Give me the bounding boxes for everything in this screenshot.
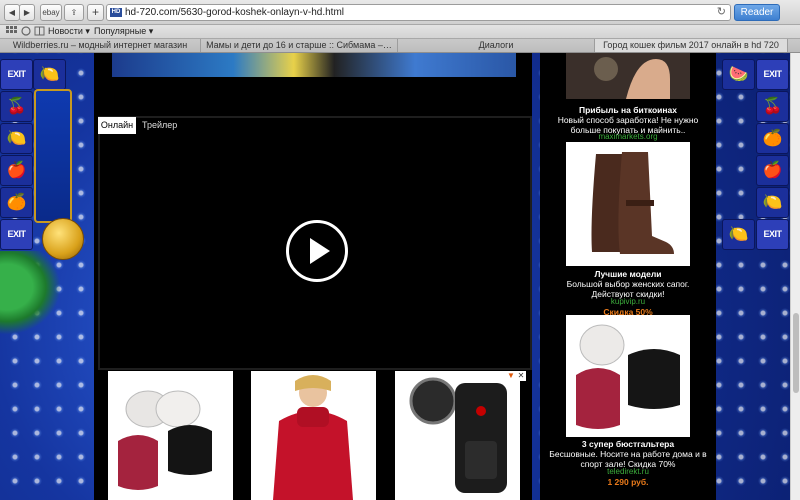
palm-leaf-decoration <box>0 251 68 341</box>
add-bookmark-button[interactable]: + <box>87 4 104 21</box>
ad-domain-boots[interactable]: kupivip.ru <box>540 297 716 306</box>
reload-icon[interactable]: ↻ <box>717 5 726 20</box>
ad-desc-bras: Бесшовные. Носите на работе дома и в спо… <box>549 449 707 469</box>
cherry-icon: 🍒 <box>0 91 33 122</box>
exit-label: EXIT <box>756 219 789 250</box>
forward-button[interactable]: ▶ <box>19 4 35 21</box>
ad-promo-bras: 1 290 руб. <box>607 477 649 487</box>
lemon-icon: 🍋 <box>756 187 789 218</box>
lemon-icon: 🍋 <box>0 123 33 154</box>
share-button[interactable]: ⇪ <box>64 4 84 21</box>
site-favicon-icon: HD <box>110 8 122 17</box>
tab-trailer[interactable]: Трейлер <box>142 117 177 134</box>
watermelon-icon: 🍉 <box>722 59 755 90</box>
address-bar[interactable]: HD hd-720.com/5630-gorod-koshek-onlayn-v… <box>106 4 731 21</box>
ad-bra-set-image[interactable] <box>108 371 233 500</box>
bottom-ad-strip: ▼ ✕ <box>102 371 526 500</box>
ad-domain-bras[interactable]: teledirekt.ru <box>540 467 716 476</box>
ad-domain-bitcoin[interactable]: maximarkets.org <box>540 132 716 141</box>
ad-title-bitcoin[interactable]: Прибыль на биткоинах <box>540 105 716 115</box>
lemon-icon: 🍋 <box>722 219 755 250</box>
bookmarks-bar: Новости ▾ Популярные ▾ <box>0 25 800 39</box>
boots-ad-image[interactable] <box>566 142 690 266</box>
exit-label: EXIT <box>0 219 33 250</box>
tab-dialogs[interactable]: Диалоги <box>398 39 595 52</box>
tab-gorod-koshek[interactable]: Город кошек фильм 2017 онлайн в hd 720 <box>595 39 788 52</box>
bitcoin-ad-image[interactable] <box>566 53 690 99</box>
orange-icon: 🍊 <box>0 187 33 218</box>
cherry-icon: 🍒 <box>756 91 789 122</box>
grid-view-icon[interactable] <box>6 26 17 36</box>
url-text: hd-720.com/5630-gorod-koshek-onlayn-v-hd… <box>125 7 345 18</box>
close-ad-icon[interactable]: ✕ <box>516 371 526 381</box>
main-content: Онлайн Трейлер ▼ ✕ <box>94 53 532 500</box>
play-icon <box>310 238 330 264</box>
back-button[interactable]: ◀ <box>4 4 20 21</box>
web-page: EXIT 🍋 🍒 🍋 🍎 🍊 EXIT 🍉 EXIT 🍒 🍊 🍎 🍋 🍋 EXI… <box>0 53 800 500</box>
ebay-bookmark-button[interactable]: ebay <box>40 4 62 21</box>
ad-desc-boots: Большой выбор женских сапог. Действуют с… <box>566 279 690 299</box>
reading-list-icon[interactable] <box>21 26 32 36</box>
ad-choices-icon[interactable]: ▼ <box>506 371 516 381</box>
ad-red-jacket-image[interactable] <box>251 371 376 500</box>
bookmarks-book-icon[interactable] <box>34 26 45 36</box>
tab-online[interactable]: Онлайн <box>98 117 136 134</box>
page-scrollbar[interactable] <box>790 53 800 500</box>
bookmark-popular[interactable]: Популярные ▾ <box>94 25 153 38</box>
bookmark-news[interactable]: Новости ▾ <box>48 25 90 38</box>
browser-toolbar: ◀ ▶ ebay ⇪ + HD hd-720.com/5630-gorod-ko… <box>0 0 800 25</box>
ad-backpack-watch-image[interactable] <box>395 371 520 500</box>
apple-icon: 🍎 <box>0 155 33 186</box>
tab-sibmama[interactable]: Мамы и дети до 16 и старше :: Сибмама –… <box>201 39 398 52</box>
ad-title-boots[interactable]: Лучшие модели <box>540 269 716 279</box>
slot-panel <box>34 89 72 223</box>
bras-ad-image[interactable] <box>566 315 690 437</box>
reader-button[interactable]: Reader <box>734 4 780 21</box>
orange-icon: 🍊 <box>756 123 789 154</box>
ad-title-bras[interactable]: 3 супер бюстгальтера <box>540 439 716 449</box>
right-ad-column: Прибыль на биткоинах Новый способ зарабо… <box>540 53 716 500</box>
tab-bar: Wildberries.ru – модный интернет магазин… <box>0 39 800 53</box>
tab-wildberries[interactable]: Wildberries.ru – модный интернет магазин <box>0 39 201 52</box>
gold-coin-icon <box>42 218 84 260</box>
scrollbar-thumb[interactable] <box>793 313 799 393</box>
movie-banner-image <box>112 53 516 77</box>
lemon-icon: 🍋 <box>33 59 66 90</box>
exit-label: EXIT <box>0 59 33 90</box>
exit-label: EXIT <box>756 59 789 90</box>
apple-icon: 🍎 <box>756 155 789 186</box>
play-button[interactable] <box>286 220 348 282</box>
